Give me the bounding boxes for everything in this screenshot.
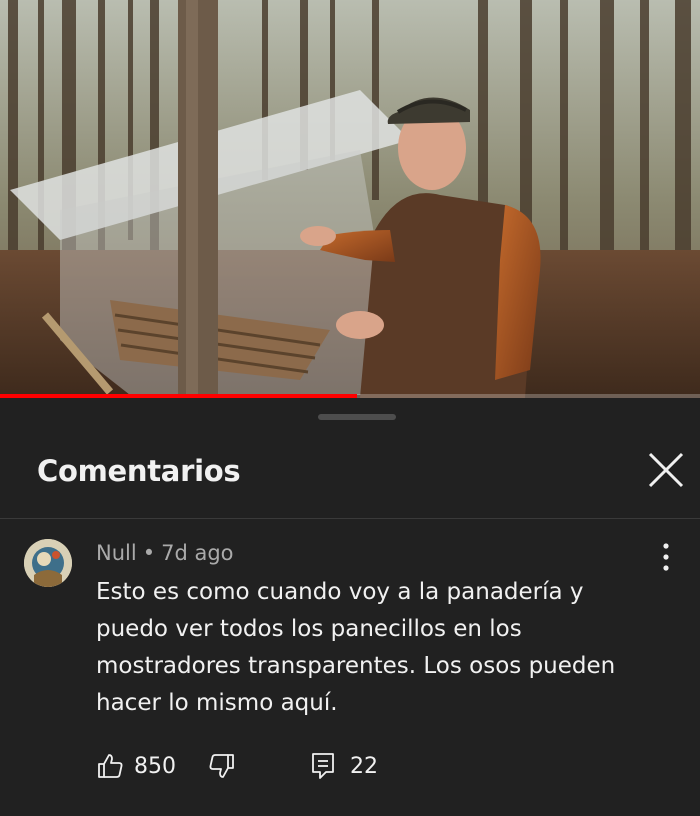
like-count: 850 (134, 753, 176, 779)
close-icon (648, 452, 684, 488)
comment-author[interactable]: Null (96, 541, 137, 565)
video-frame-image (0, 0, 700, 398)
thumbs-up-icon (98, 754, 123, 778)
avatar-image (24, 539, 72, 587)
comment-text: Esto es como cuando voy a la panadería y… (96, 579, 616, 716)
reply-button[interactable]: 22 (310, 749, 378, 783)
avatar[interactable] (24, 539, 72, 587)
video-player[interactable] (0, 0, 700, 398)
panel-title: Comentarios (37, 454, 241, 488)
drag-handle[interactable] (318, 414, 396, 420)
meta-separator: • (142, 541, 156, 565)
comment-actions: 850 22 (96, 749, 656, 783)
comments-panel: Comentarios Null • 7d ago Esto es como c… (0, 398, 700, 816)
reply-icon (312, 753, 334, 779)
reply-count: 22 (350, 753, 378, 779)
like-button[interactable]: 850 (96, 749, 176, 783)
thumbs-down-icon (209, 754, 234, 778)
comment-meta: Null • 7d ago (96, 541, 234, 565)
comment-thread: Null • 7d ago Esto es como cuando voy a la… (0, 519, 700, 816)
dislike-button[interactable] (208, 749, 236, 783)
close-button[interactable] (644, 448, 688, 492)
comment-time: 7d ago (161, 541, 234, 565)
more-vertical-icon (663, 543, 669, 571)
more-options-button[interactable] (650, 539, 682, 575)
